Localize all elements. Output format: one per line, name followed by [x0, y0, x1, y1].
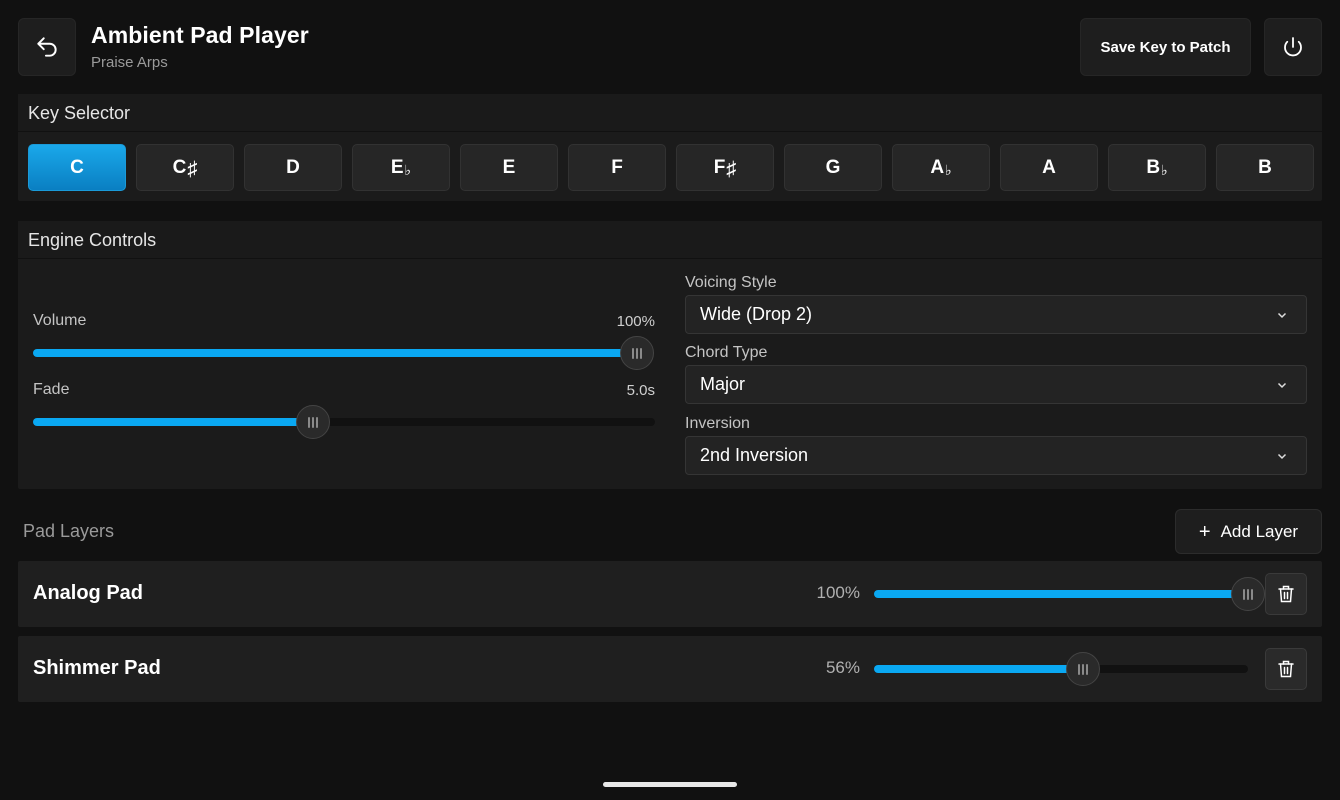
key-accidental-label: ♯	[726, 158, 737, 180]
key-button-c-sharp[interactable]: C ♯	[136, 144, 234, 191]
key-selector-panel: Key Selector C C ♯ D E ♭ E F F ♯ G A ♭ A B ♭ B	[18, 94, 1322, 201]
app-root: Ambient Pad Player Praise Arps Save Key …	[0, 0, 1340, 800]
key-root-label: E	[502, 156, 516, 178]
key-button-f-sharp[interactable]: F ♯	[676, 144, 774, 191]
volume-slider-thumb[interactable]	[620, 336, 654, 370]
engine-controls-title: Engine Controls	[18, 221, 1322, 259]
pad-layer-percent: 56%	[825, 658, 860, 677]
voicing-style-value: Wide (Drop 2)	[700, 304, 813, 324]
delete-layer-button[interactable]	[1265, 648, 1307, 690]
chevron-down-icon	[1277, 453, 1287, 460]
title-block: Ambient Pad Player Praise Arps	[91, 22, 309, 71]
key-root-label: B	[1258, 156, 1272, 178]
power-icon	[1284, 37, 1302, 57]
pad-layer-slider-fill	[874, 665, 1084, 673]
key-button-row: C C ♯ D E ♭ E F F ♯ G A ♭ A B ♭ B	[28, 144, 1314, 191]
pad-layer-volume-slider[interactable]	[874, 652, 1248, 686]
fade-value: 5.0s	[626, 382, 655, 399]
volume-value: 100%	[616, 313, 655, 330]
back-button[interactable]	[18, 18, 76, 76]
key-button-b[interactable]: B	[1216, 144, 1314, 191]
pad-layers-title: Pad Layers	[23, 521, 115, 541]
trash-icon	[1278, 660, 1294, 678]
key-root-label: F	[611, 156, 623, 178]
pad-layer-name: Analog Pad	[33, 582, 144, 604]
pad-layer-row: Shimmer Pad 56%	[18, 636, 1322, 702]
inversion-label: Inversion	[685, 415, 750, 432]
inversion-value: 2nd Inversion	[700, 445, 809, 465]
undo-arrow-icon	[37, 37, 57, 57]
key-root-label: C	[172, 156, 187, 178]
key-button-c[interactable]: C	[28, 144, 126, 191]
key-selector-title: Key Selector	[18, 94, 1322, 132]
fade-label: Fade	[33, 381, 70, 398]
chevron-down-icon	[1277, 312, 1287, 319]
chord-type-label: Chord Type	[685, 344, 768, 361]
pad-layer-percent: 100%	[816, 583, 860, 602]
key-root-label: F	[713, 156, 726, 178]
trash-icon	[1278, 585, 1294, 603]
inversion-select[interactable]: 2nd Inversion	[685, 436, 1307, 475]
fade-slider-thumb[interactable]	[295, 405, 330, 439]
save-key-to-patch-button[interactable]: Save Key to Patch	[1080, 18, 1251, 76]
add-layer-button[interactable]: + Add Layer	[1175, 509, 1322, 554]
key-accidental-label: ♭	[404, 162, 412, 178]
key-button-a[interactable]: A	[1000, 144, 1098, 191]
key-root-label: D	[286, 156, 300, 178]
key-root-label: B	[1146, 156, 1161, 178]
key-button-b-flat[interactable]: B ♭	[1108, 144, 1206, 191]
volume-slider-fill	[33, 349, 637, 357]
key-button-a-flat[interactable]: A ♭	[892, 144, 990, 191]
header: Ambient Pad Player Praise Arps Save Key …	[18, 18, 1322, 76]
volume-slider[interactable]	[33, 336, 654, 370]
voicing-style-select[interactable]: Wide (Drop 2)	[685, 295, 1307, 334]
fade-slider[interactable]	[33, 405, 655, 439]
delete-layer-button[interactable]	[1265, 573, 1307, 615]
pad-layer-name: Shimmer Pad	[33, 657, 161, 679]
pad-layer-slider-fill	[874, 590, 1248, 598]
chord-type-select[interactable]: Major	[685, 365, 1307, 404]
key-accidental-label: ♭	[1161, 162, 1168, 178]
fade-slider-fill	[33, 418, 313, 426]
key-button-f[interactable]: F	[568, 144, 666, 191]
key-root-label: E	[390, 156, 404, 178]
volume-label: Volume	[33, 312, 87, 329]
pad-layer-slider-thumb[interactable]	[1231, 577, 1265, 611]
chord-type-value: Major	[700, 374, 746, 394]
home-indicator[interactable]	[603, 782, 737, 787]
key-button-e-flat[interactable]: E ♭	[352, 144, 450, 191]
pad-layer-row: Analog Pad 100%	[18, 561, 1322, 627]
key-root-label: A	[1042, 156, 1056, 178]
chevron-down-icon	[1277, 382, 1287, 389]
page-subtitle: Praise Arps	[91, 54, 168, 71]
key-accidental-label: ♭	[945, 162, 952, 178]
pad-layer-volume-slider[interactable]	[874, 577, 1265, 611]
key-root-label: C	[70, 156, 84, 178]
add-layer-label: Add Layer	[1220, 521, 1299, 541]
engine-controls-panel: Engine Controls Volume 100% Fade 5.0s Vo…	[18, 221, 1322, 489]
key-button-e[interactable]: E	[460, 144, 558, 191]
voicing-style-label: Voicing Style	[685, 274, 777, 291]
page-title: Ambient Pad Player	[91, 22, 309, 48]
key-accidental-label: ♯	[187, 158, 198, 180]
power-button[interactable]	[1264, 18, 1322, 76]
key-root-label: G	[825, 156, 841, 178]
key-root-label: A	[930, 156, 945, 178]
plus-icon: +	[1198, 520, 1211, 543]
key-button-d[interactable]: D	[244, 144, 342, 191]
key-button-g[interactable]: G	[784, 144, 882, 191]
pad-layer-slider-thumb[interactable]	[1066, 652, 1101, 686]
